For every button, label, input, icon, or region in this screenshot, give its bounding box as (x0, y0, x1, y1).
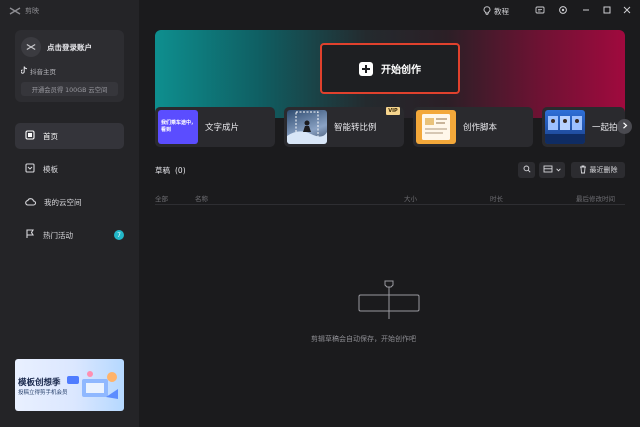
drafts-header: 草稿 (0) (155, 165, 186, 176)
douyin-icon (20, 66, 28, 76)
trash-icon (579, 165, 587, 176)
feature-label: 创作脚本 (463, 123, 498, 133)
lightbulb-icon (483, 5, 491, 17)
maximize-icon (603, 6, 611, 16)
template-icon (25, 163, 35, 175)
nav-item-templates[interactable]: 模板 (15, 156, 124, 182)
column-duration[interactable]: 时长 (490, 193, 503, 203)
nav-item-cloud[interactable]: 我的云空间 (15, 189, 124, 215)
vip-badge: VIP (386, 107, 400, 115)
home-icon (25, 130, 35, 142)
message-icon (535, 6, 545, 17)
empty-drafts-text: 剪辑草稿会自动保存，开始创作吧 (311, 335, 416, 343)
tutorial-button[interactable]: 教程 (483, 4, 509, 18)
app-logo: 剪映 (9, 6, 39, 16)
minimize-icon (582, 6, 590, 16)
douyin-label: 抖音主页 (30, 68, 56, 76)
promo-title: 模板创想季 (18, 378, 61, 388)
promo-subtitle: 投稿立得剪手机会员 (18, 390, 68, 396)
sidebar: 剪映 点击登录账户 抖音主页 开通会员得 100GB 云空间 首页 模板 我的云… (0, 0, 139, 427)
feature-text-to-video[interactable]: 我们乘车途中，看到 文字成片 (155, 107, 275, 147)
recent-delete-button[interactable]: 最近删除 (571, 162, 625, 178)
smart-ratio-thumbnail (287, 110, 327, 144)
creation-script-thumbnail (416, 110, 456, 144)
column-size[interactable]: 大小 (404, 193, 417, 203)
app-logo-text: 剪映 (25, 7, 39, 15)
douyin-home-link[interactable]: 抖音主页 (20, 66, 56, 76)
recent-delete-label: 最近删除 (589, 166, 618, 174)
feature-smart-ratio[interactable]: 智能转比例 VIP (284, 107, 404, 147)
feature-shoot-together[interactable]: 一起拍 (542, 107, 625, 147)
empty-drafts-icon (358, 280, 420, 319)
feature-creation-script[interactable]: 创作脚本 (413, 107, 533, 147)
tutorial-label: 教程 (494, 6, 509, 16)
nav-item-home[interactable]: 首页 (15, 123, 124, 149)
shoot-together-thumbnail (545, 110, 585, 144)
nav-label: 热门活动 (43, 230, 73, 240)
maximize-button[interactable] (603, 4, 611, 18)
plus-icon (359, 61, 373, 76)
thumbnail-text: 我们乘车途中，看到 (161, 120, 197, 133)
table-divider (155, 204, 625, 205)
feedback-button[interactable] (535, 4, 545, 18)
close-icon (623, 6, 631, 16)
scroll-right-button[interactable] (617, 119, 632, 134)
script-document-icon (422, 114, 450, 140)
nav-label: 首页 (43, 131, 58, 141)
grid-view-icon (543, 165, 553, 175)
empty-drafts-message: 剪辑草稿会自动保存，开始创作吧 (0, 334, 640, 344)
chevron-right-icon (622, 122, 628, 131)
view-mode-button[interactable] (539, 162, 565, 178)
column-name[interactable]: 名称 (195, 193, 208, 203)
people-image-icon (545, 116, 585, 144)
promo-illustration-icon (82, 371, 118, 399)
search-button[interactable] (518, 162, 535, 178)
settings-button[interactable] (558, 4, 568, 18)
column-all[interactable]: 全部 (155, 193, 168, 203)
events-badge: 7 (114, 230, 124, 240)
chevron-down-icon (556, 166, 561, 174)
text-to-video-thumbnail: 我们乘车途中，看到 (158, 110, 198, 144)
start-creation-button[interactable]: 开始创作 (320, 43, 460, 94)
nav-label: 我的云空间 (44, 197, 82, 207)
surfer-image-icon (287, 111, 327, 144)
account-card: 点击登录账户 抖音主页 开通会员得 100GB 云空间 (15, 30, 124, 102)
flag-icon (25, 229, 35, 241)
login-link[interactable]: 点击登录账户 (47, 42, 92, 53)
promo-banner[interactable]: 模板创想季 投稿立得剪手机会员 (15, 359, 124, 411)
nav-label: 模板 (43, 164, 58, 174)
start-creation-label: 开始创作 (381, 65, 421, 76)
minimize-button[interactable] (582, 4, 590, 18)
column-last-modified[interactable]: 最后修改时间 (576, 193, 615, 203)
gear-icon (558, 5, 568, 17)
feature-label: 一起拍 (592, 123, 618, 133)
vip-upgrade-button[interactable]: 开通会员得 100GB 云空间 (21, 82, 118, 96)
cloud-icon (25, 197, 37, 208)
search-icon (523, 165, 531, 175)
nav-item-events[interactable]: 热门活动 7 (15, 222, 124, 248)
capcut-avatar-icon (26, 43, 36, 51)
capcut-logo-icon (9, 7, 21, 15)
avatar[interactable] (21, 37, 41, 57)
feature-label: 智能转比例 (334, 123, 377, 133)
drafts-count: (0) (175, 166, 186, 175)
feature-label: 文字成片 (205, 123, 240, 133)
close-button[interactable] (623, 4, 631, 18)
drafts-title: 草稿 (155, 166, 170, 175)
